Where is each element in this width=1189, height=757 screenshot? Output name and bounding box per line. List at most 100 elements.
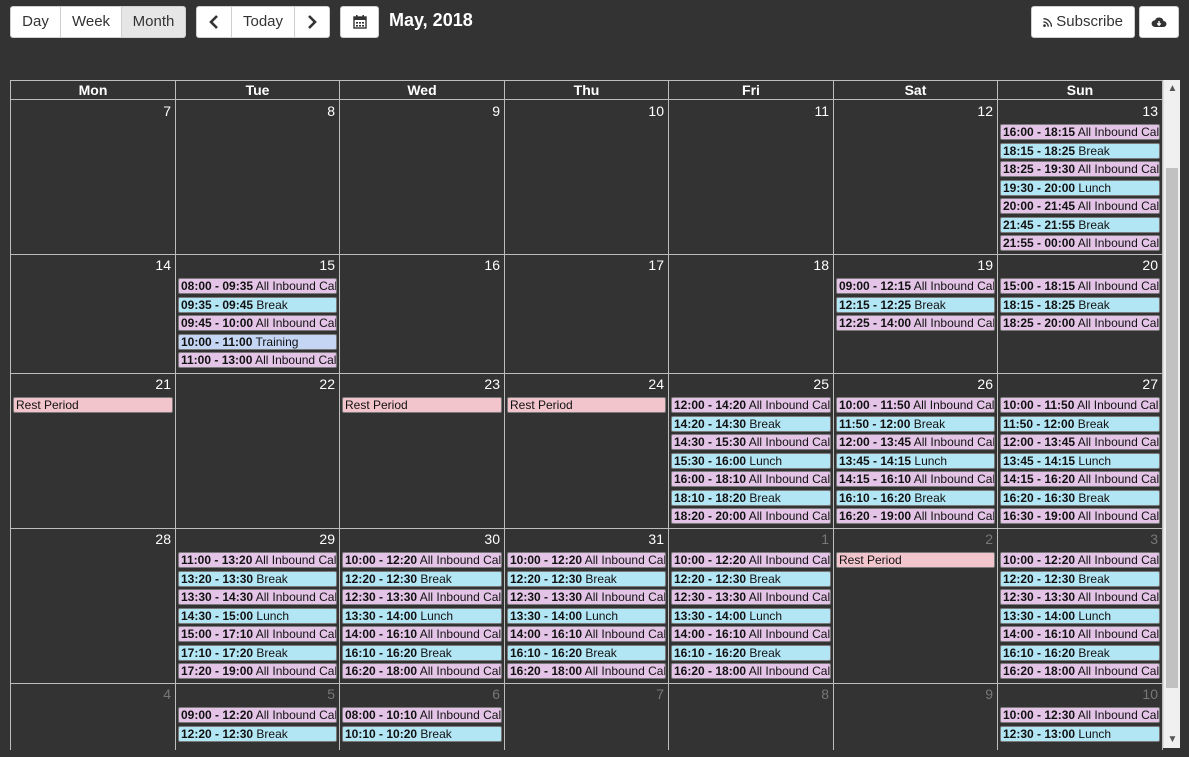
day-cell[interactable]: 3 10:00 - 12:20 All Inbound Calls 12:20 - … — [997, 528, 1163, 684]
calendar-event-inbound[interactable]: 10:00 - 12:20 All Inbound Calls — [342, 552, 502, 568]
prev-button[interactable] — [196, 6, 232, 38]
day-cell[interactable]: 7 — [10, 100, 175, 255]
day-number[interactable]: 28 — [155, 531, 171, 547]
day-cell[interactable]: 31 10:00 - 12:20 All Inbound Calls 12:20 -… — [504, 528, 668, 684]
day-cell[interactable]: 8 — [668, 683, 833, 750]
calendar-event-break[interactable]: 12:15 - 12:25 Break — [836, 296, 995, 313]
calendar-event-lunch[interactable]: 19:30 - 20:00 Lunch — [1000, 179, 1160, 196]
calendar-event-inbound[interactable]: 13:30 - 14:30 All Inbound Calls — [178, 589, 337, 605]
day-cell[interactable]: 14 — [10, 254, 175, 374]
calendar-event-inbound[interactable]: 14:00 - 16:10 All Inbound Calls — [1000, 626, 1160, 642]
calendar-event-inbound[interactable]: 17:20 - 19:00 All Inbound Calls — [178, 663, 337, 679]
day-cell[interactable]: 11 — [668, 100, 833, 255]
calendar-event-inbound[interactable]: 14:15 - 16:20 All Inbound Calls — [1000, 471, 1160, 487]
calendar-event-inbound[interactable]: 09:00 - 12:20 All Inbound Calls — [178, 707, 337, 723]
day-number[interactable]: 16 — [484, 257, 500, 273]
calendar-event-break[interactable]: 10:10 - 10:20 Break — [342, 725, 502, 742]
day-cell[interactable]: 18 — [668, 254, 833, 374]
calendar-event-break[interactable]: 12:20 - 12:30 Break — [342, 570, 502, 587]
day-number[interactable]: 14 — [155, 257, 171, 273]
calendar-event-break[interactable]: 12:20 - 12:30 Break — [507, 570, 666, 587]
calendar-event-inbound[interactable]: 08:00 - 10:10 All Inbound Calls — [342, 707, 502, 723]
calendar-event-inbound[interactable]: 16:30 - 19:00 All Inbound Calls — [1000, 508, 1160, 524]
calendar-event-inbound[interactable]: 12:00 - 13:45 All Inbound Calls — [1000, 434, 1160, 450]
day-number[interactable]: 7 — [163, 103, 171, 119]
calendar-scrollbar[interactable]: ▲ ▼ — [1163, 80, 1180, 748]
day-cell[interactable]: 17 — [504, 254, 668, 374]
scroll-up-arrow-icon[interactable]: ▲ — [1164, 80, 1181, 97]
day-number[interactable]: 17 — [648, 257, 664, 273]
day-cell[interactable]: 29 11:00 - 13:20 All Inbound Calls 13:20 -… — [175, 528, 339, 684]
day-cell[interactable]: 16 — [339, 254, 504, 374]
day-number[interactable]: 2 — [985, 531, 993, 547]
calendar-event-inbound[interactable]: 09:00 - 12:15 All Inbound Calls — [836, 278, 995, 294]
calendar-event-lunch[interactable]: 13:30 - 14:00 Lunch — [507, 607, 666, 624]
calendar-event-inbound[interactable]: 15:00 - 17:10 All Inbound Calls — [178, 626, 337, 642]
day-cell[interactable]: 7 — [504, 683, 668, 750]
calendar-event-inbound[interactable]: 12:30 - 13:30 All Inbound Calls — [507, 589, 666, 605]
day-number[interactable]: 21 — [155, 376, 171, 392]
day-number[interactable]: 3 — [1150, 531, 1158, 547]
day-number[interactable]: 19 — [977, 257, 993, 273]
day-number[interactable]: 31 — [648, 531, 664, 547]
calendar-event-inbound[interactable]: 18:25 - 19:30 All Inbound Calls — [1000, 161, 1160, 177]
calendar-event-training[interactable]: 10:00 - 11:00 Training — [178, 333, 337, 350]
calendar-event-break[interactable]: 18:15 - 18:25 Break — [1000, 142, 1160, 159]
scroll-down-arrow-icon[interactable]: ▼ — [1164, 731, 1181, 748]
calendar-event-lunch[interactable]: 15:30 - 16:00 Lunch — [671, 452, 831, 469]
day-cell[interactable]: 4 — [10, 683, 175, 750]
calendar-event-lunch[interactable]: 13:45 - 14:15 Lunch — [1000, 452, 1160, 469]
calendar-event-inbound[interactable]: 11:00 - 13:20 All Inbound Calls — [178, 552, 337, 568]
calendar-event-inbound[interactable]: 10:00 - 12:20 All Inbound Calls — [1000, 552, 1160, 568]
day-number[interactable]: 10 — [648, 103, 664, 119]
calendar-event-inbound[interactable]: 15:00 - 18:15 All Inbound Calls — [1000, 278, 1160, 294]
calendar-event-inbound[interactable]: 10:00 - 12:20 All Inbound Calls — [671, 552, 831, 568]
day-cell[interactable]: 5 09:00 - 12:20 All Inbound Calls 12:20 - … — [175, 683, 339, 750]
day-cell[interactable]: 12 — [833, 100, 997, 255]
day-number[interactable]: 5 — [327, 686, 335, 702]
next-button[interactable] — [295, 6, 330, 38]
calendar-event-lunch[interactable]: 13:45 - 14:15 Lunch — [836, 452, 995, 469]
scrollbar-thumb[interactable] — [1166, 168, 1178, 688]
day-cell[interactable]: 19 09:00 - 12:15 All Inbound Calls 12:15 -… — [833, 254, 997, 374]
calendar-event-rest[interactable]: Rest Period — [342, 397, 502, 413]
calendar-event-inbound[interactable]: 18:20 - 20:00 All Inbound Calls — [671, 508, 831, 524]
day-number[interactable]: 22 — [319, 376, 335, 392]
calendar-event-inbound[interactable]: 14:00 - 16:10 All Inbound Calls — [507, 626, 666, 642]
day-number[interactable]: 15 — [319, 257, 335, 273]
calendar-event-break[interactable]: 18:15 - 18:25 Break — [1000, 296, 1160, 313]
calendar-event-break[interactable]: 17:10 - 17:20 Break — [178, 644, 337, 661]
calendar-event-break[interactable]: 16:10 - 16:20 Break — [342, 644, 502, 661]
day-cell[interactable]: 10 10:00 - 12:30 All Inbound Calls 12:30 -… — [997, 683, 1163, 750]
calendar-event-inbound[interactable]: 12:00 - 13:45 All Inbound Calls — [836, 434, 995, 450]
calendar-event-inbound[interactable]: 16:00 - 18:15 All Inbound Calls — [1000, 124, 1160, 140]
calendar-event-break[interactable]: 18:10 - 18:20 Break — [671, 489, 831, 506]
calendar-event-lunch[interactable]: 12:30 - 13:00 Lunch — [1000, 725, 1160, 742]
day-cell[interactable]: 28 — [10, 528, 175, 684]
subscribe-button[interactable]: Subscribe — [1031, 6, 1135, 38]
day-cell[interactable]: 23 Rest Period — [339, 373, 504, 529]
calendar-event-lunch[interactable]: 14:30 - 15:00 Lunch — [178, 607, 337, 624]
day-cell[interactable]: 21 Rest Period — [10, 373, 175, 529]
calendar-event-break[interactable]: 16:10 - 16:20 Break — [836, 489, 995, 506]
day-number[interactable]: 20 — [1142, 257, 1158, 273]
calendar-event-inbound[interactable]: 16:20 - 18:00 All Inbound Calls — [1000, 663, 1160, 679]
today-button[interactable]: Today — [232, 6, 295, 38]
day-cell[interactable]: 8 — [175, 100, 339, 255]
day-number[interactable]: 18 — [813, 257, 829, 273]
day-cell[interactable]: 1 10:00 - 12:20 All Inbound Calls 12:20 - … — [668, 528, 833, 684]
calendar-event-lunch[interactable]: 13:30 - 14:00 Lunch — [342, 607, 502, 624]
calendar-event-break[interactable]: 16:10 - 16:20 Break — [671, 644, 831, 661]
week-view-button[interactable]: Week — [61, 6, 122, 38]
calendar-event-inbound[interactable]: 14:30 - 15:30 All Inbound Calls — [671, 434, 831, 450]
calendar-event-break[interactable]: 12:20 - 12:30 Break — [1000, 570, 1160, 587]
day-number[interactable]: 9 — [492, 103, 500, 119]
day-number[interactable]: 4 — [163, 686, 171, 702]
calendar-event-break[interactable]: 12:20 - 12:30 Break — [671, 570, 831, 587]
calendar-event-inbound[interactable]: 16:00 - 18:10 All Inbound Calls — [671, 471, 831, 487]
day-number[interactable]: 6 — [492, 686, 500, 702]
calendar-event-inbound[interactable]: 12:30 - 13:30 All Inbound Calls — [342, 589, 502, 605]
day-cell[interactable]: 9 — [339, 100, 504, 255]
day-cell[interactable]: 9 — [833, 683, 997, 750]
calendar-event-inbound[interactable]: 14:15 - 16:10 All Inbound Calls — [836, 471, 995, 487]
